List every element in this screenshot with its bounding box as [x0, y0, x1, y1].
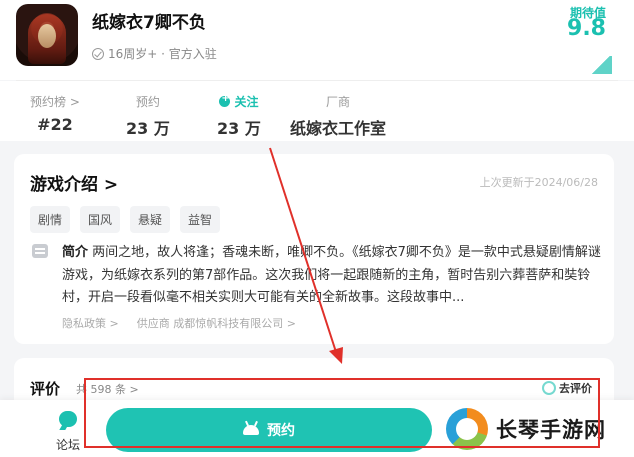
tag-item[interactable]: 悬疑: [130, 206, 171, 233]
app-icon[interactable]: [16, 4, 78, 66]
intro-updated: 上次更新于2024/06/28: [479, 176, 598, 189]
follow-plus-icon: [219, 93, 231, 107]
intro-summary[interactable]: 简介 两间之地，故人将逢；香魂未断，唯卿不负。《纸嫁衣7卿不负》是一款中式悬疑剧…: [62, 242, 602, 310]
app-header: 纸嫁衣7卿不负 16周岁+ · 官方入驻 期待值 9.8: [0, 0, 634, 80]
stat-rank[interactable]: 预约榜 > #22: [30, 93, 80, 134]
write-review-button[interactable]: 去评价: [542, 380, 592, 396]
summary-label: 简介: [62, 245, 89, 260]
rating-decoration-icon: [590, 56, 612, 74]
tag-item[interactable]: 益智: [180, 206, 221, 233]
tag-item[interactable]: 国风: [80, 206, 121, 233]
tag-list: 剧情 国风 悬疑 益智: [30, 206, 221, 233]
book-button-label: 预约: [267, 423, 295, 439]
supplier-link[interactable]: 供应商 成都惊帆科技有限公司 >: [137, 315, 296, 331]
app-meta: 16周岁+ · 官方入驻: [92, 45, 217, 62]
app-title: 纸嫁衣7卿不负: [92, 13, 206, 33]
stat-follow-value: 23 万: [217, 119, 261, 138]
android-icon: [243, 425, 259, 435]
stats-row: 预约榜 > #22 预约 23 万 关注 23 万 厂商 纸嫁衣工作室: [0, 81, 634, 141]
write-review-label: 去评价: [559, 382, 592, 395]
forum-icon[interactable]: [59, 411, 77, 427]
forum-label[interactable]: 论坛: [56, 436, 80, 453]
privacy-link[interactable]: 隐私政策 >: [62, 315, 119, 331]
stat-bookings-label: 预约: [135, 95, 160, 109]
review-count[interactable]: 共 598 条 >: [76, 381, 139, 397]
watermark-text: 长琴手游网: [496, 418, 606, 442]
rating-value: 9.8: [567, 16, 606, 41]
follow-label-text: 关注: [234, 95, 259, 109]
intro-card: 游戏介绍 > 上次更新于2024/06/28 剧情 国风 悬疑 益智 简介 两间…: [14, 154, 614, 344]
intro-links: 隐私政策 > 供应商 成都惊帆科技有限公司 >: [62, 315, 296, 331]
book-button[interactable]: 预约: [106, 408, 432, 452]
stat-developer-label: 厂商: [326, 95, 351, 109]
watermark: 长琴手游网: [446, 408, 606, 450]
stat-developer[interactable]: 厂商 纸嫁衣工作室: [290, 93, 386, 139]
stat-bookings-value: 23 万: [126, 119, 170, 138]
intro-title[interactable]: 游戏介绍 >: [30, 170, 118, 195]
app-meta-text: 16周岁+ · 官方入驻: [108, 47, 217, 61]
verified-icon: [92, 47, 104, 60]
stat-developer-value: 纸嫁衣工作室: [290, 119, 387, 138]
tag-item[interactable]: 剧情: [30, 206, 71, 233]
stat-rank-label: 预约榜 >: [30, 95, 80, 109]
watermark-logo-icon: [446, 408, 488, 450]
review-title: 评价: [30, 380, 61, 398]
stat-follow[interactable]: 关注 23 万: [217, 93, 261, 139]
stat-bookings: 预约 23 万: [126, 93, 170, 139]
summary-icon: [32, 244, 48, 258]
review-ring-icon: [542, 381, 556, 395]
stat-rank-value: #22: [37, 115, 73, 134]
app-icon-face: [38, 24, 56, 48]
stat-follow-label: 关注: [217, 93, 261, 110]
summary-text: 两间之地，故人将逢；香魂未断，唯卿不负。《纸嫁衣7卿不负》是一款中式悬疑剧情解谜…: [62, 245, 601, 305]
